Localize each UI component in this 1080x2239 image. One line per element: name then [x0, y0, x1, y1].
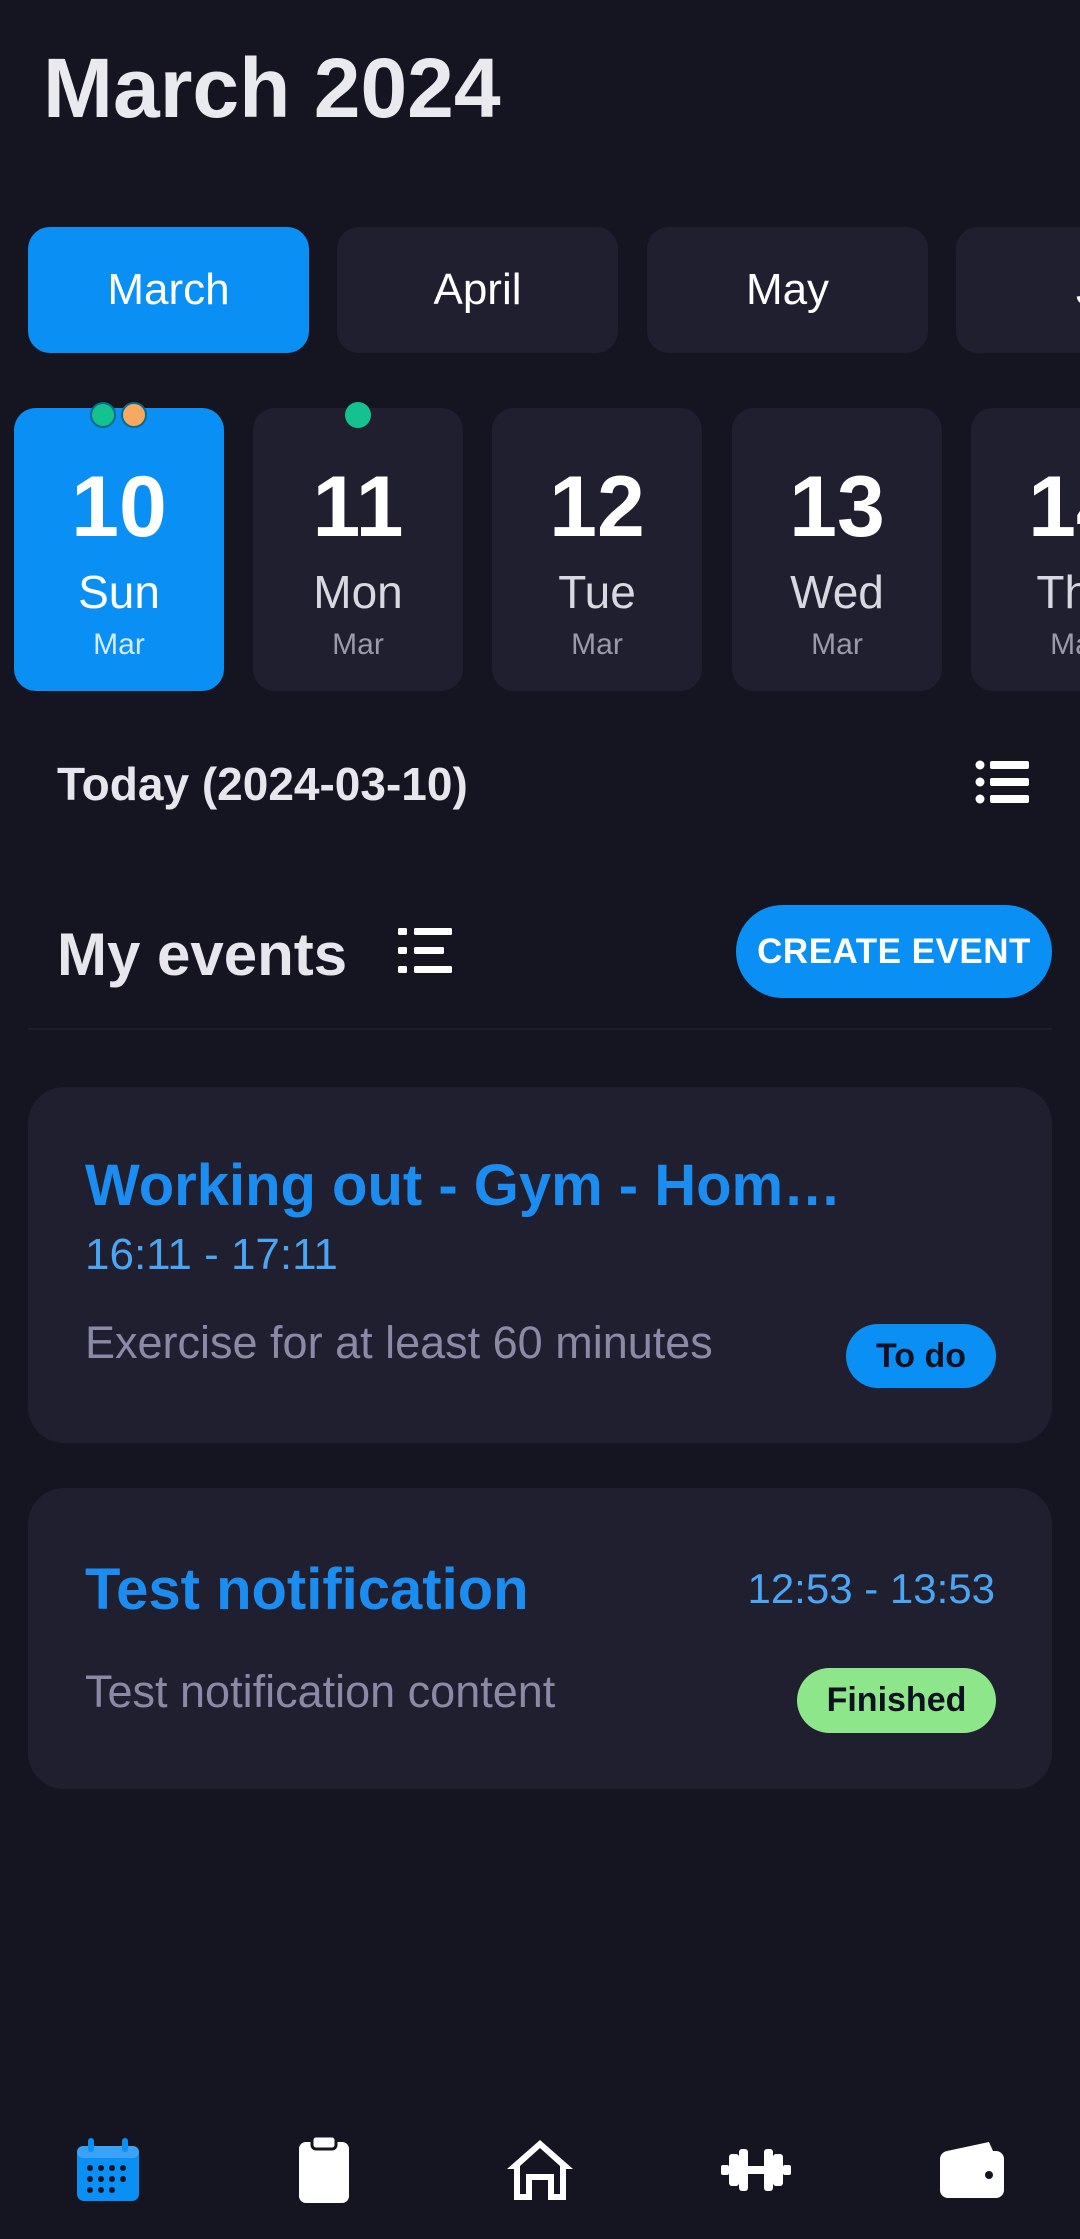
day-number: 13: [789, 459, 885, 555]
dumbbell-icon: [721, 2148, 791, 2191]
event-card[interactable]: Working out - Gym - Hom… 16:11 - 17:11 E…: [28, 1087, 1052, 1443]
event-dot-green: [345, 402, 371, 428]
create-event-button[interactable]: CREATE EVENT: [736, 905, 1052, 998]
event-time: 12:53 - 13:53: [747, 1565, 995, 1612]
page-title: March 2024: [43, 41, 501, 135]
day-month: Mar: [93, 628, 145, 661]
event-description: Exercise for at least 60 minutes: [85, 1317, 713, 1368]
event-time: 16:11 - 17:11: [85, 1230, 338, 1279]
today-label: Today (2024-03-10): [57, 758, 468, 810]
day-number: 10: [71, 459, 167, 555]
home-icon: [507, 2139, 573, 2200]
nav-home[interactable]: [432, 2100, 648, 2239]
month-selector: March April May Ju: [28, 227, 1080, 353]
event-title: Test notification: [85, 1557, 529, 1622]
calendar-icon: [77, 2137, 139, 2201]
day-number: 11: [312, 459, 404, 555]
bottom-navigation: [0, 2100, 1080, 2239]
filter-list-icon[interactable]: [398, 926, 452, 976]
day-of-week: Mon: [313, 566, 403, 618]
events-section-title: My events: [57, 921, 348, 988]
status-badge: Finished: [797, 1668, 996, 1733]
nav-workout[interactable]: [648, 2100, 864, 2239]
event-card[interactable]: Test notification 12:53 - 13:53 Test not…: [28, 1488, 1052, 1789]
section-divider: [28, 1028, 1052, 1030]
day-selector: 10 Sun Mar 11 Mon Mar 12 Tue Mar 13 Wed …: [14, 402, 1080, 692]
day-month: Mar: [1050, 628, 1080, 661]
day-of-week: Tue: [558, 566, 636, 618]
month-tab-june[interactable]: Ju: [956, 227, 1080, 353]
day-month: Mar: [571, 628, 623, 661]
nav-tasks[interactable]: [216, 2100, 432, 2239]
day-card-11[interactable]: 11 Mon Mar: [253, 402, 463, 691]
list-view-icon[interactable]: [975, 760, 1029, 804]
day-of-week: Wed: [790, 566, 884, 618]
day-card-13[interactable]: 13 Wed Mar: [732, 408, 942, 691]
day-month: Mar: [332, 628, 384, 661]
event-description: Test notification content: [85, 1666, 556, 1717]
event-dot-green: [90, 402, 116, 428]
day-of-week: Thu: [1036, 566, 1080, 618]
clipboard-icon: [299, 2135, 349, 2203]
month-tab-may[interactable]: May: [647, 227, 928, 353]
day-number: 14: [1028, 459, 1080, 555]
day-month: Mar: [811, 628, 863, 661]
day-card-10[interactable]: 10 Sun Mar: [14, 402, 224, 691]
day-card-12[interactable]: 12 Tue Mar: [492, 408, 702, 691]
day-number: 12: [549, 459, 645, 555]
month-tab-april[interactable]: April: [337, 227, 618, 353]
nav-wallet[interactable]: [864, 2100, 1080, 2239]
day-of-week: Sun: [78, 566, 160, 618]
day-card-14[interactable]: 14 Thu Mar: [971, 408, 1080, 691]
month-tab-march[interactable]: March: [28, 227, 309, 353]
nav-calendar[interactable]: [0, 2100, 216, 2239]
wallet-icon: [940, 2141, 1004, 2198]
event-title: Working out - Gym - Hom…: [85, 1153, 842, 1218]
event-dot-orange: [121, 402, 147, 428]
status-badge: To do: [846, 1324, 996, 1388]
